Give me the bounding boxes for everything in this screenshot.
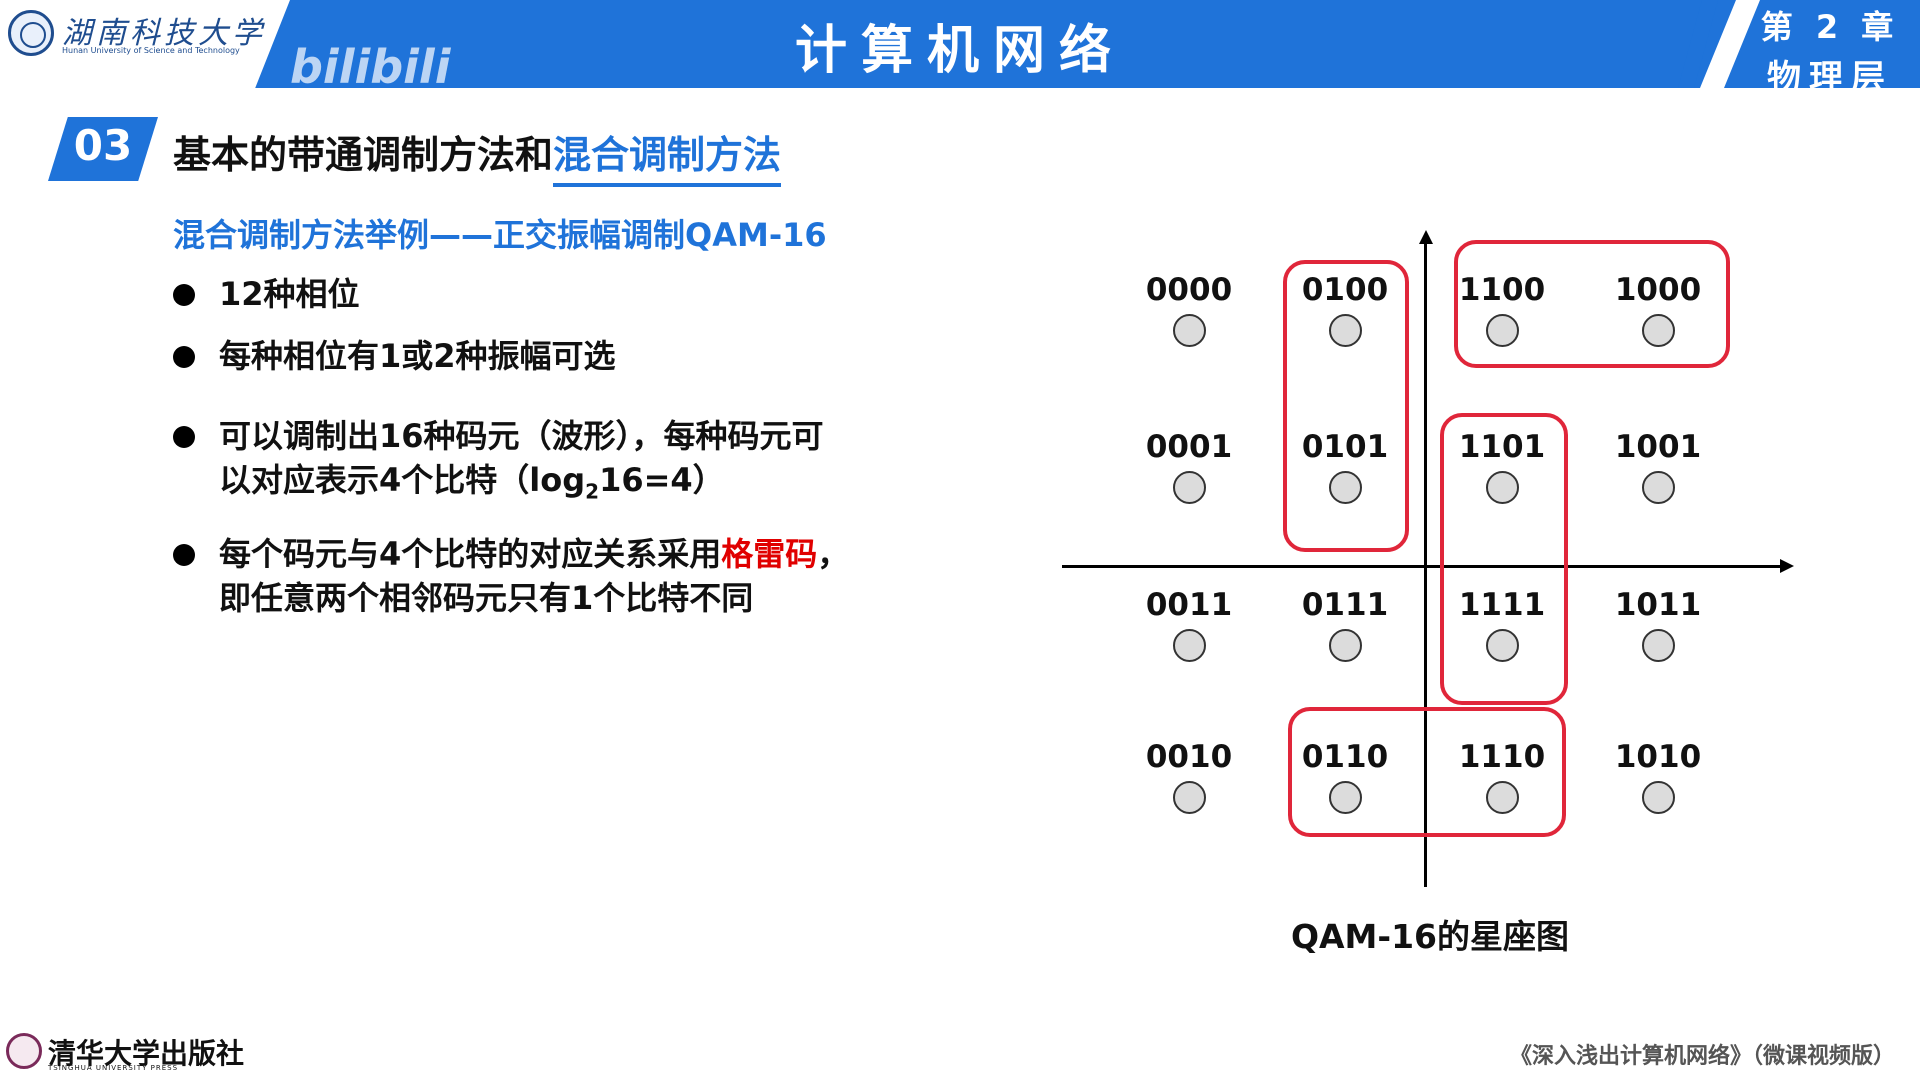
point-marker bbox=[1172, 471, 1206, 504]
bullet-line: 16=4） bbox=[599, 461, 725, 499]
gray-code-group-box bbox=[1288, 707, 1566, 837]
example-subheading: 混合调制方法举例——正交振幅调制QAM-16 bbox=[173, 216, 827, 254]
point-marker bbox=[1641, 471, 1675, 504]
point-marker bbox=[1328, 629, 1362, 662]
point-label: 0011 bbox=[1145, 587, 1233, 623]
gray-code-group-box bbox=[1283, 260, 1409, 552]
section-title: 基本的带通调制方法和混合调制方法 bbox=[173, 124, 782, 187]
bullet-line: ， bbox=[817, 535, 850, 573]
log-base: 2 bbox=[585, 479, 600, 504]
bullet-item: 每种相位有1或2种振幅可选 bbox=[173, 334, 616, 378]
bullet-line: 即任意两个相邻码元只有1个比特不同 bbox=[219, 579, 754, 617]
axis-arrow-up-icon bbox=[1419, 230, 1433, 244]
point-marker bbox=[1172, 629, 1206, 662]
bullet-dot-icon bbox=[173, 284, 195, 306]
point-marker bbox=[1641, 781, 1675, 814]
point-label: 1011 bbox=[1614, 587, 1702, 623]
slide-course-title: 计算机网络 bbox=[794, 21, 1125, 81]
point-marker bbox=[1641, 629, 1675, 662]
point-label: 1010 bbox=[1614, 739, 1702, 775]
bullet-text: 每个码元与4个比特的对应关系采用格雷码， 即任意两个相邻码元只有1个比特不同 bbox=[219, 532, 933, 620]
bullet-dot-icon bbox=[173, 346, 195, 368]
point-label: 0111 bbox=[1301, 587, 1389, 623]
publisher-seal-icon bbox=[6, 1033, 42, 1069]
bullet-item: 可以调制出16种码元（波形），每种码元可 以对应表示4个比特（log216=4） bbox=[173, 414, 933, 513]
section-number: 03 bbox=[73, 121, 133, 170]
gray-code-group-box bbox=[1454, 240, 1730, 368]
constellation-point: 0000 bbox=[1144, 272, 1234, 347]
bullet-dot-icon bbox=[173, 544, 195, 566]
qam16-constellation: 0000 0100 1100 1000 0001 0101 1101 1001 … bbox=[1050, 230, 1810, 956]
point-label: 1001 bbox=[1614, 429, 1702, 465]
axis-arrow-right-icon bbox=[1780, 559, 1794, 573]
constellation-point: 0010 bbox=[1144, 739, 1234, 814]
constellation-point: 0011 bbox=[1144, 587, 1234, 662]
bullet-text: 12种相位 bbox=[219, 275, 360, 313]
bullet-text: 每种相位有1或2种振幅可选 bbox=[219, 337, 616, 375]
bullet-line: 以对应表示4个比特（log bbox=[219, 461, 586, 499]
constellation-caption: QAM-16的星座图 bbox=[1290, 917, 1570, 956]
point-marker bbox=[1172, 781, 1206, 814]
section-title-plain: 基本的带通调制方法和 bbox=[173, 133, 554, 177]
header-bar: 湖南科技大学 Hunan University of Science and T… bbox=[0, 0, 1920, 99]
bullet-line: 每个码元与4个比特的对应关系采用 bbox=[219, 535, 722, 573]
point-marker bbox=[1172, 314, 1206, 347]
chapter-name: 物理层 bbox=[1767, 58, 1893, 98]
constellation-point: 0001 bbox=[1144, 429, 1234, 504]
point-label: 0000 bbox=[1145, 272, 1233, 308]
section-title-highlight: 混合调制方法 bbox=[553, 133, 782, 187]
chapter-number: 第 2 章 bbox=[1760, 8, 1900, 46]
bullet-item: 12种相位 bbox=[173, 272, 360, 316]
bullet-dot-icon bbox=[173, 426, 195, 448]
constellation-point: 1001 bbox=[1613, 429, 1703, 504]
gray-code-emphasis: 格雷码 bbox=[721, 535, 818, 573]
in-phase-axis bbox=[1062, 565, 1782, 568]
chapter-label: 第 2 章 物理层 bbox=[1755, 2, 1905, 99]
book-title: 《深入浅出计算机网络》（微课视频版） bbox=[1510, 1044, 1896, 1069]
constellation-point: 1010 bbox=[1613, 739, 1703, 814]
gray-code-group-box bbox=[1440, 413, 1568, 705]
bullet-line: 可以调制出16种码元（波形），每种码元可 bbox=[219, 417, 824, 455]
bullet-text: 可以调制出16种码元（波形），每种码元可 以对应表示4个比特（log216=4） bbox=[219, 414, 933, 513]
publisher-name-en: TSINGHUA UNIVERSITY PRESS bbox=[48, 1064, 179, 1072]
constellation-point: 1011 bbox=[1613, 587, 1703, 662]
bullet-item: 每个码元与4个比特的对应关系采用格雷码， 即任意两个相邻码元只有1个比特不同 bbox=[173, 532, 933, 620]
point-label: 0001 bbox=[1145, 429, 1233, 465]
constellation-point: 0111 bbox=[1300, 587, 1390, 662]
point-label: 0010 bbox=[1145, 739, 1233, 775]
